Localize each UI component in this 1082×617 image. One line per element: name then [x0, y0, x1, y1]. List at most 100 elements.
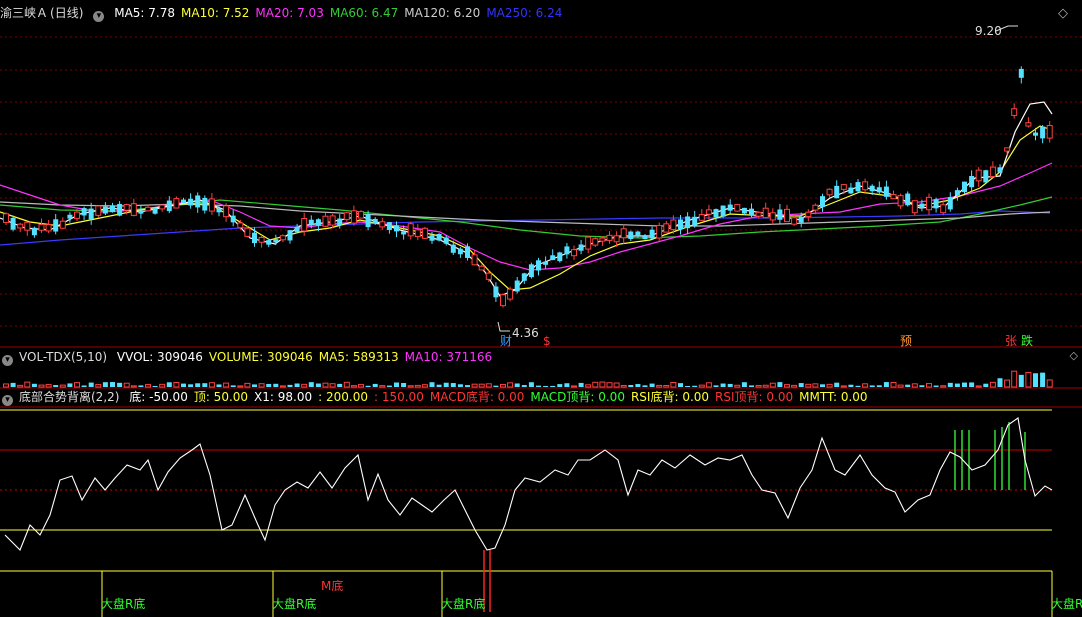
- candle-body: [536, 260, 541, 271]
- volume-bar: [443, 382, 449, 387]
- vol-legend-item: VVOL: 309046: [116, 350, 203, 364]
- volume-bar: [869, 385, 875, 387]
- volume-bar: [230, 385, 236, 387]
- candle-body: [606, 234, 613, 241]
- volume-bar: [784, 384, 790, 388]
- volume-bar: [379, 385, 386, 388]
- volume-bar: [876, 385, 882, 387]
- candle-body: [784, 208, 790, 223]
- volume-bar: [31, 383, 37, 387]
- candle-body: [798, 216, 804, 223]
- volume-bar: [769, 382, 776, 388]
- candle-body: [741, 207, 747, 214]
- indicator-name[interactable]: 底部合势背离(2,2): [19, 390, 119, 404]
- candle-body: [521, 273, 527, 281]
- chevron-down-icon[interactable]: ▾: [2, 395, 13, 406]
- ma-legend: MA5: 7.78 MA10: 7.52 MA20: 7.03 MA60: 6.47 M…: [114, 6, 568, 20]
- volume-bar: [386, 385, 392, 387]
- candle-body: [407, 223, 414, 237]
- signal-strip: [101, 571, 1053, 617]
- caret-up-icon[interactable]: ◇: [1058, 6, 1068, 21]
- marker-forecast: 预: [900, 334, 912, 348]
- candle-body: [414, 229, 421, 238]
- candle-body: [578, 244, 584, 251]
- volume-bar: [24, 381, 31, 388]
- ind-green-bars: [954, 422, 1026, 490]
- candle-body: [592, 238, 599, 246]
- candle-body: [642, 235, 648, 240]
- candle-body: [10, 217, 16, 230]
- volume-bar: [826, 383, 833, 388]
- volume-bar: [628, 384, 634, 387]
- diamond-icon[interactable]: ◇: [1070, 349, 1078, 362]
- volume-bar: [471, 383, 478, 388]
- candle-body: [223, 205, 230, 218]
- chevron-down-icon[interactable]: ▾: [93, 11, 105, 22]
- stock-title: 渝三峡Ａ: [0, 6, 49, 20]
- volume-bar: [294, 383, 300, 387]
- candle-body: [1033, 132, 1038, 136]
- candle-body: [457, 248, 463, 255]
- candle-body: [301, 217, 308, 232]
- signal-label: 大盘R: [1051, 596, 1082, 611]
- volume-bar: [720, 383, 726, 387]
- candle-body: [152, 207, 158, 214]
- candle-body: [244, 227, 251, 237]
- volume-bar: [173, 381, 180, 388]
- candle-body: [692, 216, 698, 227]
- candle-body: [727, 204, 733, 211]
- candle-body: [933, 199, 939, 209]
- vol-legend-item: MA5: 589313: [318, 350, 399, 364]
- volume-bar: [188, 384, 194, 387]
- volume-bar: [53, 385, 59, 387]
- volume-bar: [578, 382, 584, 387]
- volume-bar: [1046, 379, 1053, 388]
- vol-indicator-name[interactable]: VOL-TDX(5,10): [19, 350, 107, 364]
- candle-body: [656, 224, 663, 239]
- volume-bar: [414, 384, 421, 388]
- candle-body: [805, 211, 812, 218]
- candle-body: [436, 234, 442, 241]
- marker-finance: 财: [500, 334, 512, 348]
- candle-body: [826, 188, 833, 196]
- volume-bar: [457, 384, 463, 387]
- volume-bar: [258, 383, 265, 388]
- volume-bar: [365, 385, 371, 387]
- candle-body: [294, 226, 300, 233]
- candle-body: [507, 288, 514, 300]
- candle-body: [485, 272, 492, 280]
- candle-body: [208, 198, 215, 212]
- kline-chart[interactable]: 9.20 4.36 财 $ 预 张 跌 大盘R底 大盘R底 M底 大盘R底 大盘…: [0, 0, 1082, 617]
- volume-bar: [741, 382, 747, 387]
- candle-body: [429, 235, 435, 241]
- main-header: 渝三峡Ａ (日线) ▾ MA5: 7.78 MA10: 7.52 MA20: 7.03 M…: [0, 5, 574, 22]
- volume-bar: [478, 383, 485, 388]
- candle-body: [202, 197, 208, 211]
- candle-body: [386, 222, 392, 230]
- chevron-down-icon[interactable]: ▾: [2, 355, 13, 366]
- candle-body: [720, 205, 726, 217]
- candle-body: [897, 195, 904, 207]
- candle-body: [1025, 122, 1032, 127]
- candle-body: [343, 212, 350, 221]
- candle-body: [911, 200, 918, 214]
- volume-bar: [635, 384, 641, 387]
- volume-bar: [358, 384, 364, 388]
- candle-body: [883, 186, 889, 197]
- volume-bar: [1040, 372, 1046, 387]
- candle-body: [315, 219, 321, 226]
- volume-bar: [989, 381, 996, 388]
- candle-body: [24, 221, 31, 231]
- candle-body: [88, 208, 94, 220]
- indicator-legend-item: : 150.00: [373, 390, 424, 404]
- candle-body: [478, 265, 485, 271]
- low-price-label: 4.36: [512, 326, 539, 340]
- volume-bar: [940, 385, 947, 388]
- volume-bar: [74, 382, 80, 388]
- candle-body: [237, 222, 244, 229]
- candle-body: [997, 167, 1003, 173]
- candle-body: [585, 236, 592, 250]
- candle-body: [279, 235, 286, 241]
- volume-bar: [620, 385, 627, 388]
- candle-body: [840, 184, 847, 190]
